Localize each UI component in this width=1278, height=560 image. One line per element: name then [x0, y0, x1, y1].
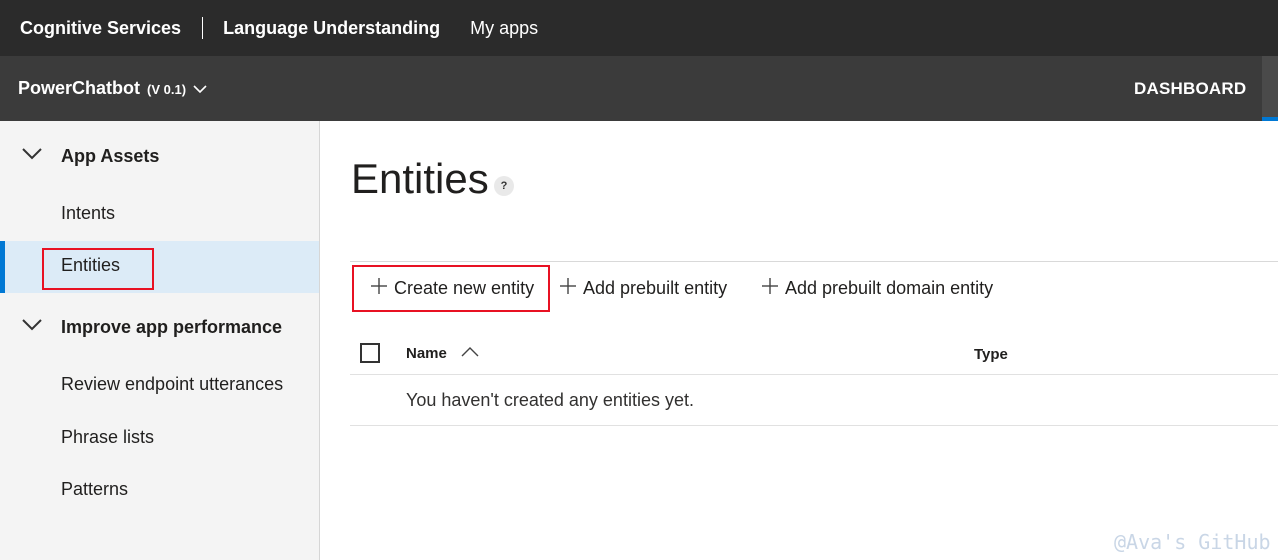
sidebar: App Assets Intents Entities Improve app … [0, 121, 320, 560]
add-prebuilt-domain-entity-label: Add prebuilt domain entity [785, 277, 994, 298]
plus-icon [559, 277, 577, 300]
chevron-down-icon [22, 318, 42, 337]
column-name-label: Name [406, 345, 447, 362]
sidebar-item-intents[interactable]: Intents [0, 189, 319, 241]
sidebar-group-app-assets[interactable]: App Assets [0, 131, 319, 181]
dashboard-link[interactable]: DASHBOARD [1134, 79, 1246, 99]
add-prebuilt-domain-entity-button[interactable]: Add prebuilt domain entity [761, 273, 993, 303]
sidebar-item-phrase-lists[interactable]: Phrase lists [0, 413, 319, 465]
add-prebuilt-entity-button[interactable]: Add prebuilt entity [559, 273, 727, 303]
select-all-checkbox[interactable] [360, 343, 380, 363]
brand-separator [202, 17, 204, 39]
table-header: Name Type [350, 333, 1278, 375]
sidebar-item-review-endpoint[interactable]: Review endpoint utterances [0, 360, 319, 412]
sidebar-group-label: App Assets [61, 145, 160, 166]
app-header-bar: PowerChatbot (V 0.1) DASHBOARD [0, 56, 1278, 121]
command-bar-divider [350, 261, 1278, 262]
page-title: Entities [351, 155, 489, 202]
sidebar-item-label: Review endpoint utterances [61, 374, 284, 394]
empty-state-message: You haven't created any entities yet. [406, 390, 694, 410]
app-version: (V 0.1) [147, 82, 187, 97]
column-header-type[interactable]: Type [974, 346, 1008, 363]
sidebar-item-label: Phrase lists [61, 427, 155, 447]
watermark: @Ava's GitHub [1114, 530, 1271, 554]
sidebar-group-improve-performance[interactable]: Improve app performance [0, 302, 319, 352]
main-content: Entities ? Create new entity Add prebuil… [320, 121, 1278, 560]
help-icon[interactable]: ? [494, 176, 514, 196]
app-selector[interactable]: PowerChatbot (V 0.1) [18, 78, 207, 99]
sidebar-item-patterns[interactable]: Patterns [0, 465, 319, 517]
chevron-down-icon [22, 147, 42, 166]
chevron-down-icon [193, 78, 207, 99]
column-header-name[interactable]: Name [406, 345, 479, 362]
product-link[interactable]: Language Understanding [223, 18, 440, 39]
header-tab-stub[interactable] [1262, 56, 1278, 121]
sidebar-group-label: Improve app performance [61, 316, 283, 337]
highlight-box [42, 248, 154, 290]
brand-link[interactable]: Cognitive Services [20, 18, 181, 39]
table-empty-row: You haven't created any entities yet. [350, 375, 1278, 426]
add-prebuilt-entity-label: Add prebuilt entity [583, 277, 728, 298]
top-navigation-bar: Cognitive Services Language Understandin… [0, 0, 1278, 56]
sidebar-item-label: Patterns [61, 479, 129, 499]
my-apps-link[interactable]: My apps [470, 18, 538, 39]
active-indicator [0, 241, 5, 293]
highlight-box [352, 265, 550, 312]
sidebar-item-label: Intents [61, 203, 116, 223]
sort-ascending-icon [461, 345, 479, 362]
app-name: PowerChatbot [18, 78, 141, 98]
plus-icon [761, 277, 779, 300]
